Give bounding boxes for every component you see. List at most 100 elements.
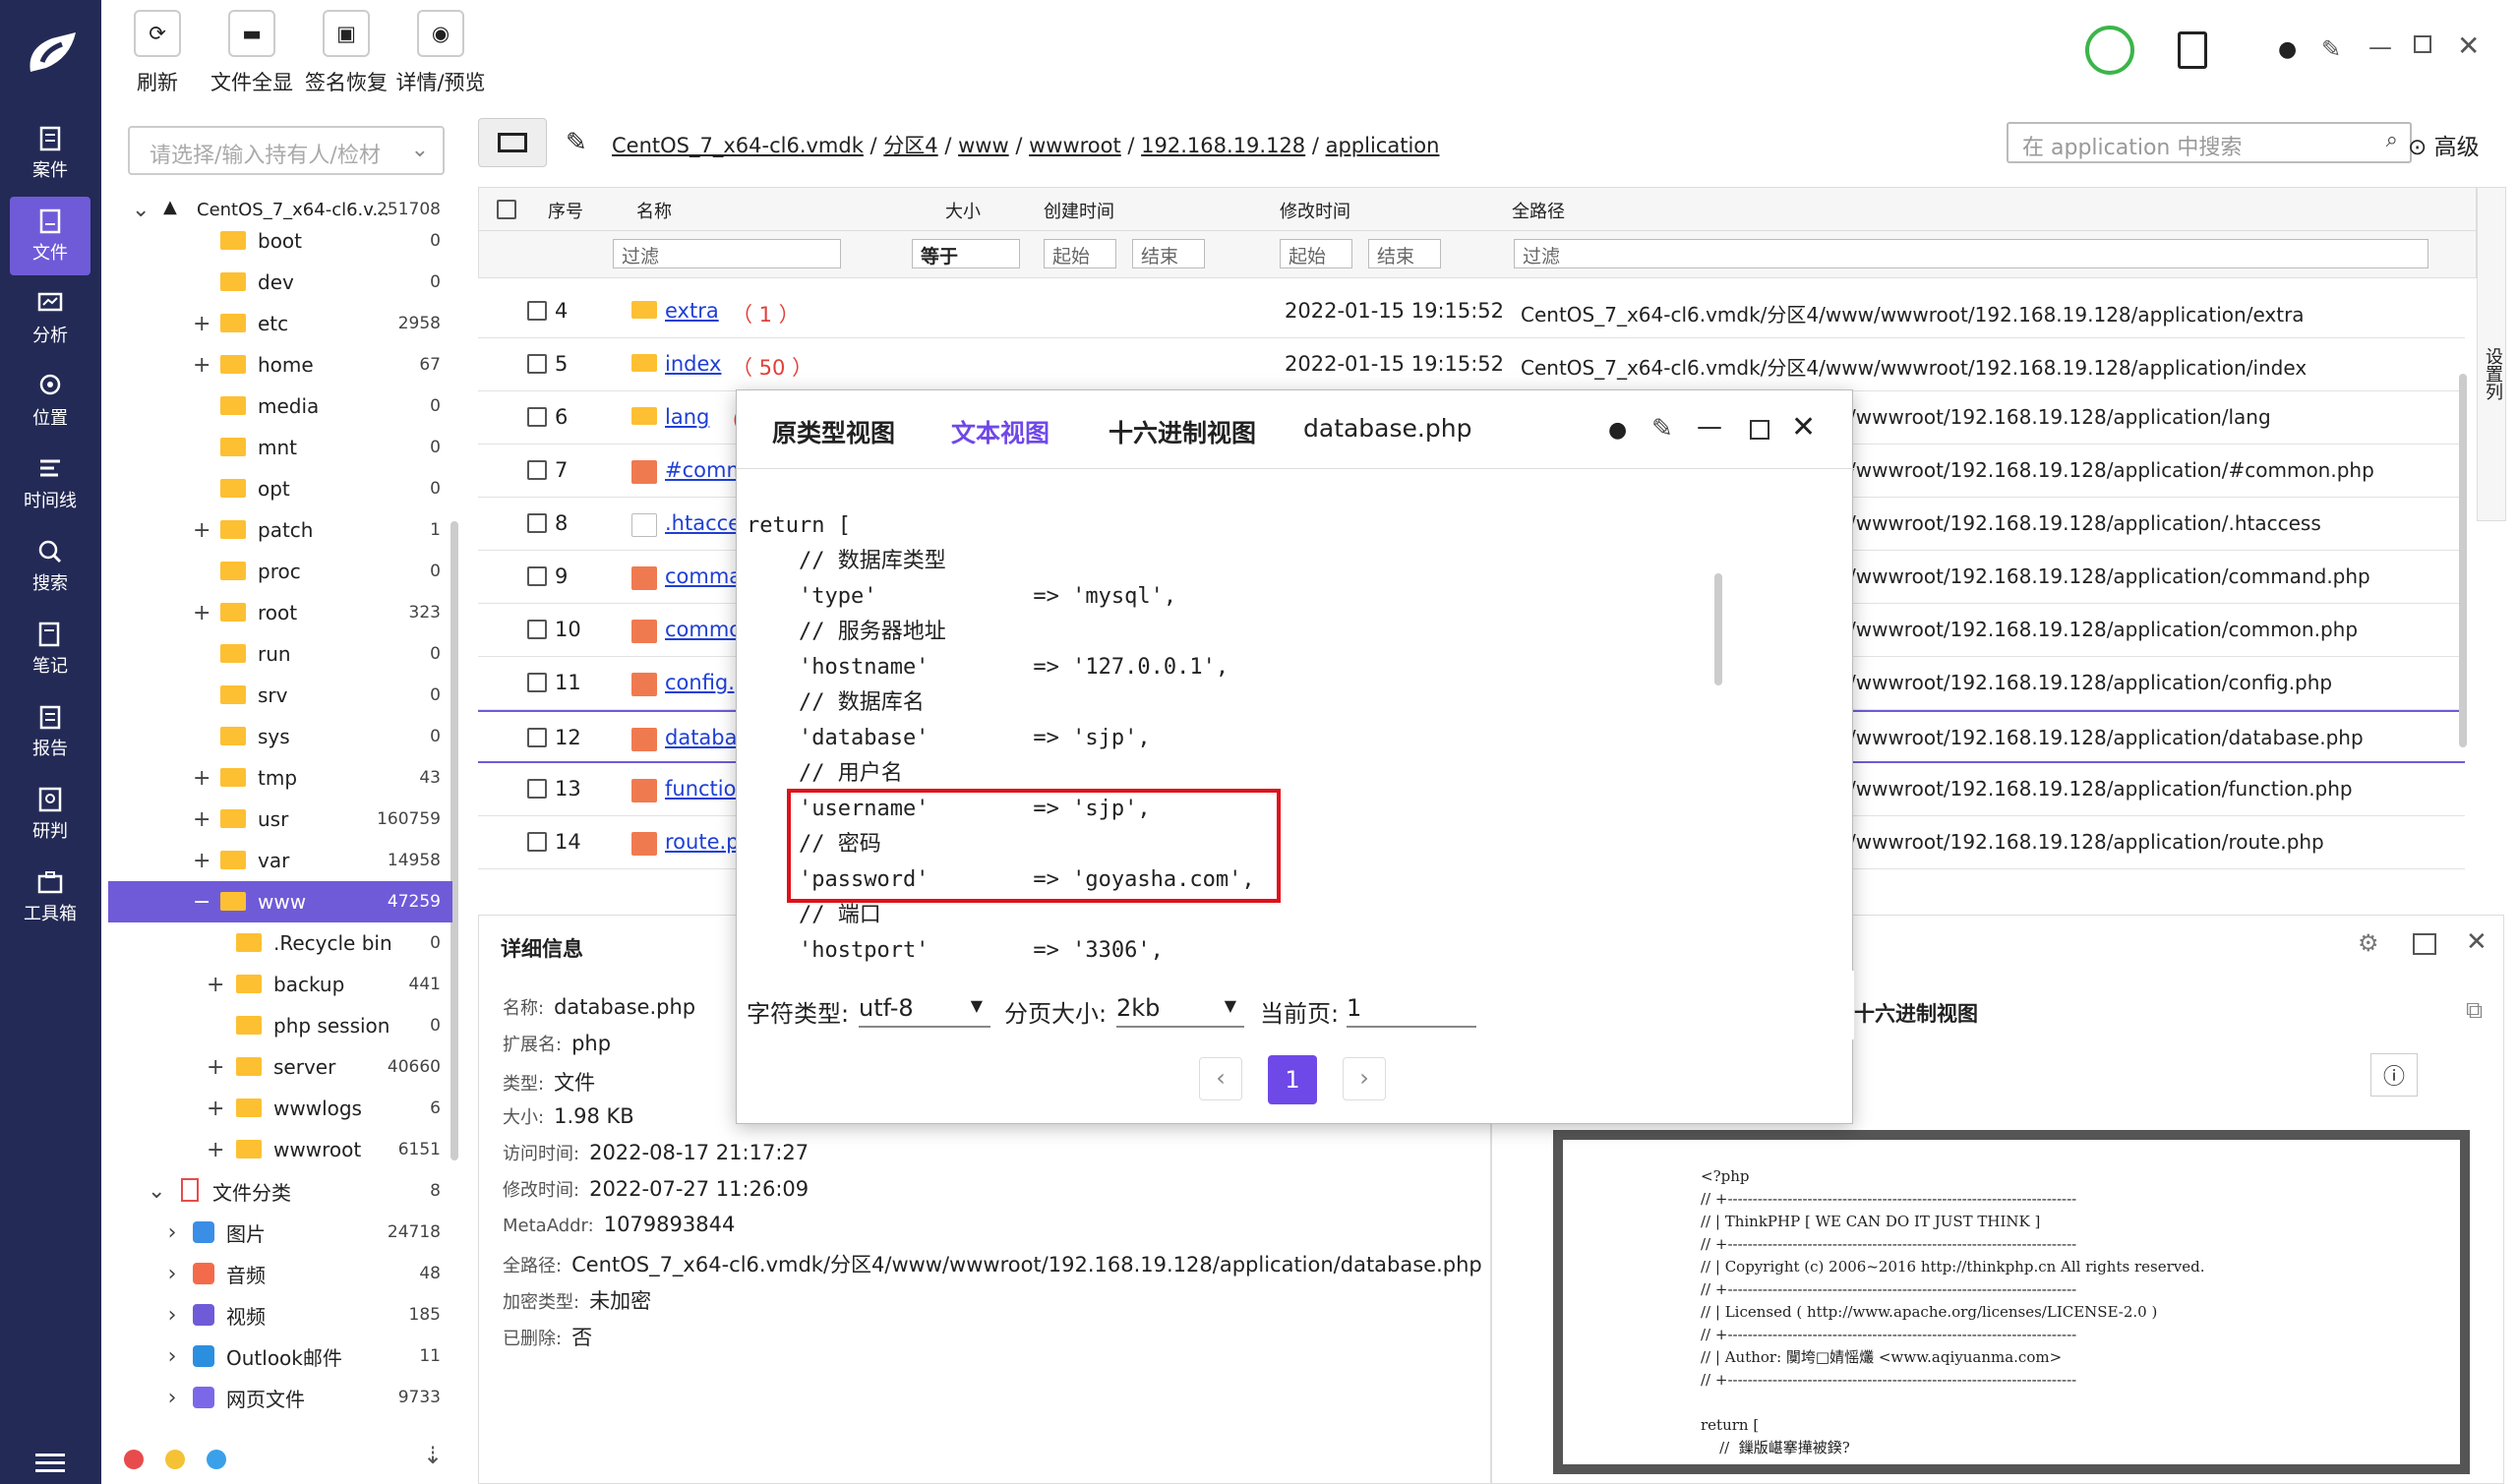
row-name[interactable]: #comm bbox=[665, 458, 747, 482]
tab-hex-view[interactable]: 十六进制视图 bbox=[1109, 414, 1256, 449]
prev-page-button[interactable]: ‹ bbox=[1199, 1057, 1242, 1100]
col-fullpath[interactable]: 全路径 bbox=[1512, 198, 1565, 223]
breadcrumb-item[interactable]: 192.168.19.128 bbox=[1141, 134, 1305, 157]
sig-restore-button[interactable]: ▣ 签名恢复 bbox=[297, 10, 395, 96]
tree-item[interactable]: − www 47259 bbox=[108, 881, 452, 922]
holder-select[interactable]: 请选择/输入持有人/检材 ⌄ bbox=[128, 126, 445, 175]
shield-icon[interactable] bbox=[2085, 26, 2134, 75]
chevron-right-icon[interactable]: › bbox=[163, 1386, 181, 1410]
expand-toggle-icon[interactable]: + bbox=[193, 601, 210, 625]
chevron-right-icon[interactable]: › bbox=[163, 1220, 181, 1245]
row-checkbox[interactable] bbox=[527, 354, 547, 374]
breadcrumb-item[interactable]: 分区4 bbox=[883, 134, 937, 157]
search-input[interactable]: 在 application 中搜索 ⌕ bbox=[2007, 122, 2412, 163]
folder-icon[interactable] bbox=[478, 118, 547, 167]
chevron-down-icon[interactable]: ⌄ bbox=[148, 1179, 165, 1204]
close-icon[interactable]: ✕ bbox=[2457, 30, 2480, 62]
select-all-checkbox[interactable] bbox=[497, 200, 516, 219]
refresh-button[interactable]: ⟳ 刷新 bbox=[108, 10, 207, 96]
tree-item[interactable]: › Outlook邮件 11 bbox=[108, 1336, 452, 1377]
nav-item-report[interactable]: 报告 bbox=[10, 692, 90, 771]
menu-icon[interactable] bbox=[35, 1454, 65, 1472]
nav-item-analysis[interactable]: 分析 bbox=[10, 279, 90, 358]
expand-toggle-icon[interactable]: + bbox=[193, 807, 210, 832]
tree-item[interactable]: + root 323 bbox=[108, 592, 452, 633]
tree-item[interactable]: srv 0 bbox=[108, 675, 452, 716]
expand-toggle-icon[interactable]: + bbox=[193, 518, 210, 543]
nav-item-timeline[interactable]: 时间线 bbox=[10, 445, 90, 523]
row-checkbox[interactable] bbox=[527, 620, 547, 639]
row-name[interactable]: lang bbox=[665, 405, 709, 429]
tree-item[interactable]: + backup 441 bbox=[108, 964, 452, 1005]
tree-item[interactable]: mnt 0 bbox=[108, 427, 452, 468]
close-icon[interactable]: ✕ bbox=[2466, 927, 2488, 957]
modified-end-input[interactable]: 结束 bbox=[1368, 239, 1441, 268]
row-checkbox[interactable] bbox=[527, 832, 547, 852]
pin-icon[interactable]: ✎ bbox=[2321, 35, 2341, 63]
breadcrumb-item[interactable]: application bbox=[1326, 134, 1440, 157]
size-operator-select[interactable]: 等于 bbox=[912, 239, 1020, 268]
grid-scrollbar[interactable] bbox=[2459, 374, 2467, 747]
tab-text-view[interactable]: 文本视图 bbox=[951, 414, 1049, 449]
expand-toggle-icon[interactable]: − bbox=[193, 890, 210, 915]
minimize-icon[interactable]: — bbox=[1697, 412, 1722, 442]
expand-all-button[interactable]: ▬ 文件全显 bbox=[203, 10, 301, 96]
tree-item[interactable]: › 视频 185 bbox=[108, 1294, 452, 1336]
close-icon[interactable]: ✕ bbox=[1791, 410, 1816, 445]
expand-toggle-icon[interactable]: + bbox=[193, 849, 210, 873]
table-row[interactable]: 4 extra （ 1 ） 2022-01-15 19:15:52 CentOS_7_x… bbox=[478, 285, 2465, 338]
row-checkbox[interactable] bbox=[527, 513, 547, 533]
page-1-button[interactable]: 1 bbox=[1268, 1055, 1317, 1104]
row-checkbox[interactable] bbox=[527, 728, 547, 747]
tree-item[interactable]: + usr 160759 bbox=[108, 799, 452, 840]
path-filter-input[interactable]: 过滤 bbox=[1514, 239, 2428, 268]
created-end-input[interactable]: 结束 bbox=[1132, 239, 1205, 268]
tree-item[interactable]: › 音频 48 bbox=[108, 1253, 452, 1294]
tab-original-view[interactable]: 原类型视图 bbox=[772, 414, 895, 449]
chevron-right-icon[interactable]: › bbox=[163, 1262, 181, 1286]
row-name[interactable]: route.pl bbox=[665, 830, 745, 854]
name-filter-input[interactable]: 过滤 bbox=[613, 239, 841, 268]
tree-item[interactable]: boot 0 bbox=[108, 220, 452, 262]
restore-icon[interactable] bbox=[2414, 35, 2431, 53]
tree-item[interactable]: + patch 1 bbox=[108, 509, 452, 551]
tree-item[interactable]: + var 14958 bbox=[108, 840, 452, 881]
modified-start-input[interactable]: 起始 bbox=[1280, 239, 1352, 268]
row-checkbox[interactable] bbox=[527, 566, 547, 586]
nav-item-file[interactable]: 文件 bbox=[10, 197, 90, 275]
tree-item[interactable]: sys 0 bbox=[108, 716, 452, 757]
tree-item[interactable]: › 网页文件 9733 bbox=[108, 1377, 452, 1418]
created-start-input[interactable]: 起始 bbox=[1044, 239, 1116, 268]
row-checkbox[interactable] bbox=[527, 673, 547, 692]
expand-toggle-icon[interactable]: + bbox=[193, 353, 210, 378]
pin-icon[interactable]: ✎ bbox=[1651, 414, 1673, 444]
charset-select[interactable]: utf-8 ▼ bbox=[859, 988, 990, 1028]
tree-item[interactable]: .Recycle bin 0 bbox=[108, 922, 452, 964]
nav-item-search[interactable]: 搜索 bbox=[10, 527, 90, 606]
breadcrumb-item[interactable]: CentOS_7_x64-cl6.vmdk bbox=[612, 134, 864, 157]
expand-toggle-icon[interactable]: + bbox=[207, 973, 224, 997]
maximize-icon[interactable] bbox=[1750, 420, 1769, 440]
nav-item-judge[interactable]: 研判 bbox=[10, 775, 90, 854]
row-name[interactable]: index bbox=[665, 352, 721, 376]
tree-item[interactable]: dev 0 bbox=[108, 262, 452, 303]
expand-toggle-icon[interactable]: + bbox=[193, 766, 210, 791]
tree-item[interactable]: + etc 2958 bbox=[108, 303, 452, 344]
row-checkbox[interactable] bbox=[527, 407, 547, 427]
external-link-icon[interactable]: ⧉ bbox=[2466, 996, 2483, 1024]
tree-item[interactable]: + wwwroot 6151 bbox=[108, 1129, 452, 1170]
col-index[interactable]: 序号 bbox=[548, 198, 583, 223]
chevron-right-icon[interactable]: › bbox=[163, 1303, 181, 1328]
expand-toggle-icon[interactable]: + bbox=[207, 1097, 224, 1121]
expand-toggle-icon[interactable]: + bbox=[207, 1138, 224, 1162]
col-name[interactable]: 名称 bbox=[636, 198, 672, 223]
tree-item[interactable]: + home 67 bbox=[108, 344, 452, 386]
nav-item-toolbox[interactable]: 工具箱 bbox=[10, 858, 90, 936]
user-icon[interactable]: ● bbox=[1608, 418, 1627, 443]
gear-icon[interactable]: ⚙ bbox=[2358, 929, 2379, 957]
tree-item[interactable]: + wwwlogs 6 bbox=[108, 1088, 452, 1129]
user-icon[interactable]: ● bbox=[2278, 37, 2297, 62]
expand-toggle-icon[interactable]: + bbox=[207, 1055, 224, 1080]
row-checkbox[interactable] bbox=[527, 460, 547, 480]
next-page-button[interactable]: › bbox=[1343, 1057, 1386, 1100]
